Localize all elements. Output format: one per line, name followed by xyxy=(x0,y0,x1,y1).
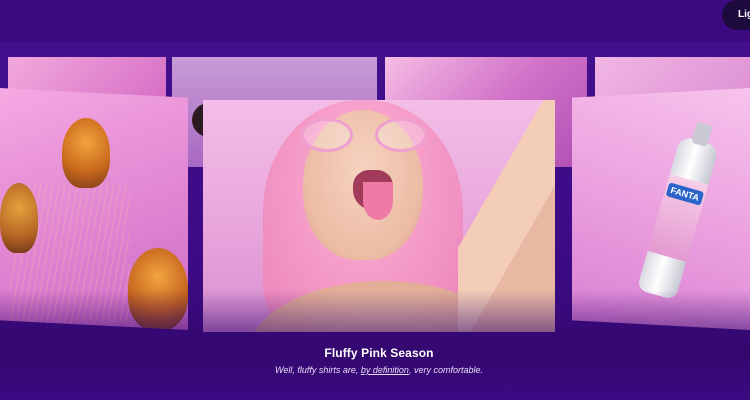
description-part-2: , very comfortable. xyxy=(408,365,483,375)
raised-arm-shape xyxy=(458,100,555,332)
carousel-stage: Light FANTA Fluffy xyxy=(0,0,750,400)
tongue-shape xyxy=(363,182,393,220)
bottle-label: FANTA xyxy=(647,174,709,262)
description-part-1: Well, fluffy shirts are, xyxy=(275,365,361,375)
bottle-neck xyxy=(691,121,713,148)
glasses-lens xyxy=(301,118,353,152)
slide-description: Well, fluffy shirts are, by definition, … xyxy=(203,365,555,375)
jellyfish-icon xyxy=(62,118,110,188)
definition-link[interactable]: by definition xyxy=(361,365,409,375)
glasses-lens xyxy=(375,118,427,152)
heart-glasses-icon xyxy=(301,118,431,152)
theme-toggle-button[interactable]: Light xyxy=(722,0,750,30)
slide-caption: Fluffy Pink Season Well, fluffy shirts a… xyxy=(203,332,555,384)
top-band xyxy=(0,0,750,42)
jellyfish-icon xyxy=(0,183,38,253)
slide-jellyfish[interactable] xyxy=(0,88,188,330)
bottle-icon: FANTA xyxy=(636,121,720,301)
slide-fluffy-pink-season[interactable] xyxy=(203,100,555,332)
bottle-brand-logo: FANTA xyxy=(665,182,705,206)
slide-title: Fluffy Pink Season xyxy=(324,346,434,360)
slide-fanta-bottle[interactable]: FANTA xyxy=(572,88,750,330)
jellyfish-icon xyxy=(128,248,188,330)
